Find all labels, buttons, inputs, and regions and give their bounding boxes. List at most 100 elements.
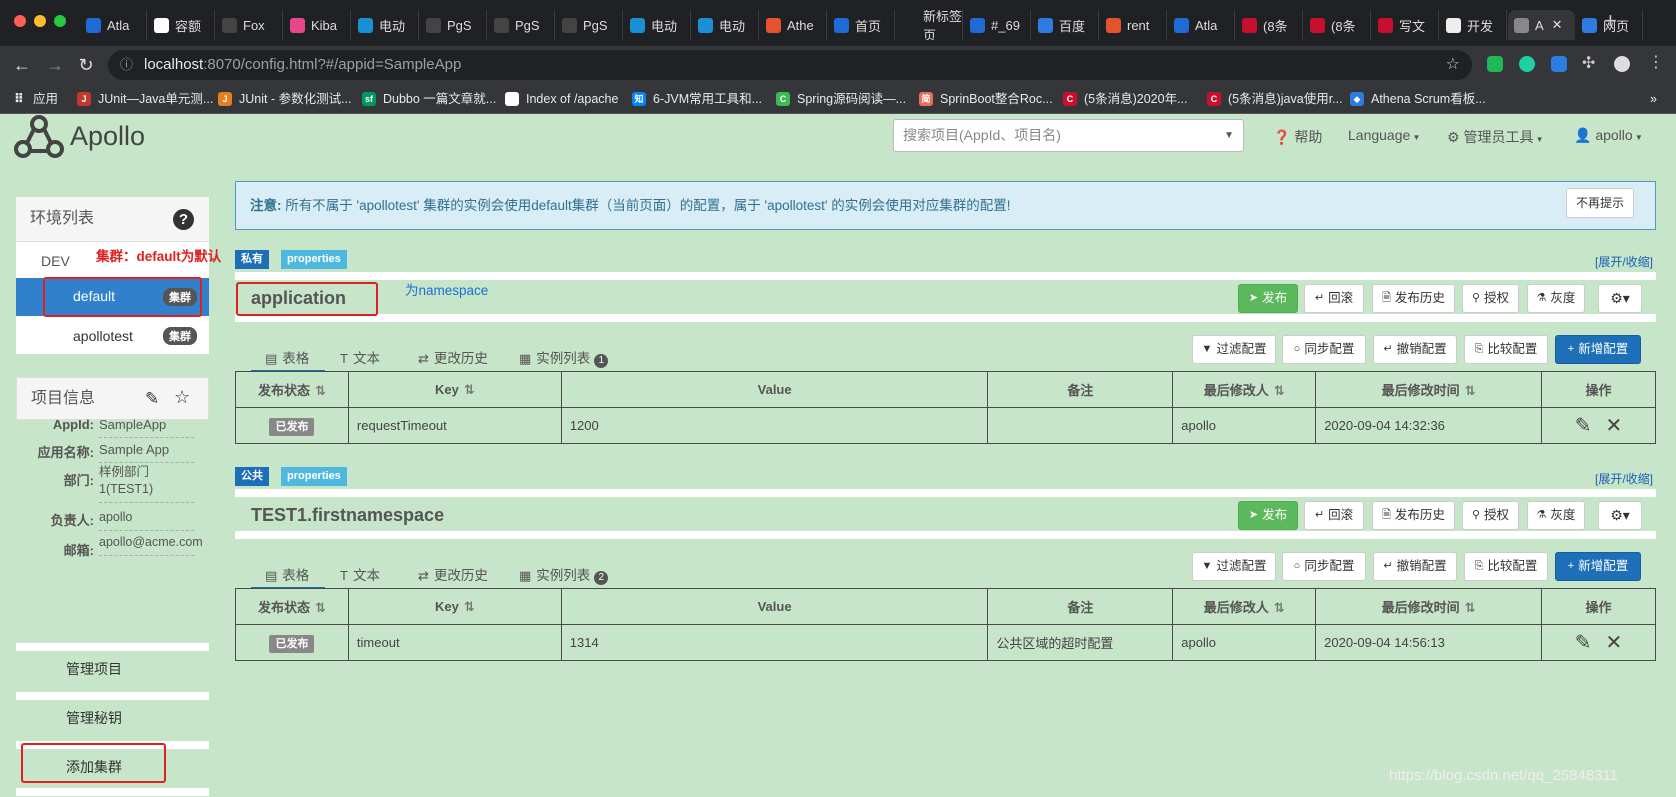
dismiss-notice-button[interactable]: 不再提示 — [1566, 188, 1634, 218]
rollback-button[interactable]: ↵ 回滚 — [1304, 501, 1364, 530]
browser-tab[interactable]: Kiba — [284, 10, 351, 40]
browser-tab[interactable]: 百度 — [1032, 10, 1099, 40]
extension-3-icon[interactable] — [1551, 56, 1567, 72]
profile-avatar-icon[interactable] — [1614, 56, 1630, 72]
cluster-apollotest[interactable]: apollotest 集群 — [16, 316, 209, 354]
bookmark-item[interactable]: C (5条消息)java使用r... — [1207, 84, 1343, 114]
forward-icon[interactable]: → — [44, 55, 66, 76]
browser-tab[interactable]: rent — [1100, 10, 1167, 40]
bookmark-item[interactable]: 知 6-JVM常用工具和... — [632, 84, 762, 114]
browser-tab[interactable]: 新标签页 — [896, 10, 963, 40]
column-header[interactable]: 最后修改人 ⇅ — [1172, 371, 1317, 408]
browser-tab[interactable]: Fox — [216, 10, 283, 40]
sync-config-button[interactable]: ○ 同步配置 — [1282, 552, 1366, 581]
tab-instances[interactable]: ▦ 实例列表 1 — [519, 347, 609, 368]
browser-tab[interactable]: #_69 — [964, 10, 1031, 40]
revert-config-button[interactable]: ↵ 撤销配置 — [1373, 552, 1457, 581]
browser-tab[interactable]: A ✕ — [1508, 10, 1575, 40]
project-search-select[interactable]: 搜索项目(AppId、项目名) ▼ — [893, 119, 1244, 152]
window-minimize-button[interactable] — [34, 15, 46, 27]
browser-tab[interactable]: Atla — [1168, 10, 1235, 40]
edit-icon[interactable]: ✎ — [1575, 415, 1592, 437]
filter-config-button[interactable]: ▼ 过滤配置 — [1192, 552, 1276, 581]
bookmark-item[interactable]: Index of /apache — [505, 84, 618, 114]
browser-tab[interactable]: (8条 — [1304, 10, 1371, 40]
tab-text[interactable]: T 文本 — [340, 347, 380, 367]
column-header[interactable]: 最后修改人 ⇅ — [1172, 588, 1317, 625]
admin-tools-dropdown[interactable]: ⚙ 管理员工具 ▼ — [1447, 127, 1544, 147]
browser-tab[interactable]: PgS — [556, 10, 623, 40]
add-config-button[interactable]: + 新增配置 — [1555, 335, 1641, 364]
sort-icon[interactable]: ⇅ — [464, 599, 475, 614]
filter-config-button[interactable]: ▼ 过滤配置 — [1192, 335, 1276, 364]
publish-button[interactable]: ➤ 发布 — [1238, 284, 1298, 313]
delete-icon[interactable]: ✕ — [1606, 415, 1623, 437]
help-question-icon[interactable]: ? — [173, 209, 194, 230]
release-history-button[interactable]: 🗎 发布历史 — [1372, 501, 1455, 530]
window-zoom-button[interactable] — [54, 15, 66, 27]
add-config-button[interactable]: + 新增配置 — [1555, 552, 1641, 581]
user-menu[interactable]: 👤 apollo ▼ — [1574, 127, 1643, 144]
reload-icon[interactable]: ↻ — [75, 55, 97, 76]
bookmark-item[interactable]: ◆ Athena Scrum看板... — [1350, 84, 1486, 114]
publish-button[interactable]: ➤ 发布 — [1238, 501, 1298, 530]
expand-collapse-link[interactable]: [展开/收缩] — [1595, 470, 1653, 487]
bookmark-item[interactable]: 简 SprinBoot整合Roc... — [919, 84, 1053, 114]
extension-2-icon[interactable] — [1519, 56, 1535, 72]
sort-icon[interactable]: ⇅ — [1274, 383, 1285, 398]
sort-icon[interactable]: ⇅ — [315, 600, 326, 615]
help-link[interactable]: ❓ 帮助 — [1273, 127, 1322, 147]
authorize-button[interactable]: ⚲ 授权 — [1462, 501, 1519, 530]
browser-menu-icon[interactable]: ⋮ — [1648, 52, 1664, 72]
tab-table[interactable]: ▤ 表格 — [265, 564, 309, 584]
column-header[interactable]: 最后修改时间 ⇅ — [1315, 588, 1542, 625]
star-icon[interactable]: ☆ — [174, 387, 190, 408]
column-header[interactable]: Key ⇅ — [347, 371, 562, 408]
browser-tab[interactable]: 首页 — [828, 10, 895, 40]
browser-tab[interactable]: 容额 — [148, 10, 215, 40]
bookmark-star-icon[interactable]: ☆ — [1446, 50, 1460, 80]
tab-text[interactable]: T 文本 — [340, 564, 380, 584]
extensions-puzzle-icon[interactable]: ✣ — [1582, 53, 1595, 73]
edit-icon[interactable]: ✎ — [145, 389, 159, 409]
edit-icon[interactable]: ✎ — [1575, 632, 1592, 654]
extension-1-icon[interactable] — [1487, 56, 1503, 72]
sort-icon[interactable]: ⇅ — [1465, 600, 1476, 615]
manage-project-link[interactable]: 管理项目 — [16, 652, 209, 686]
browser-tab[interactable]: 电动 — [624, 10, 691, 40]
expand-collapse-link[interactable]: [展开/收缩] — [1595, 253, 1653, 270]
authorize-button[interactable]: ⚲ 授权 — [1462, 284, 1519, 313]
bookmark-item[interactable]: C (5条消息)2020年... — [1063, 84, 1188, 114]
release-history-button[interactable]: 🗎 发布历史 — [1372, 284, 1455, 313]
delete-icon[interactable]: ✕ — [1606, 632, 1623, 654]
column-header[interactable]: 发布状态 ⇅ — [235, 371, 349, 408]
language-dropdown[interactable]: Language ▼ — [1348, 127, 1420, 143]
tab-history[interactable]: ⇄ 更改历史 — [418, 564, 488, 584]
tab-instances[interactable]: ▦ 实例列表 2 — [519, 564, 609, 585]
bookmark-item[interactable]: J JUnit - 参数化测试... — [218, 84, 352, 114]
browser-tab[interactable]: 开发 — [1440, 10, 1507, 40]
browser-tab[interactable]: 电动 — [352, 10, 419, 40]
column-header[interactable]: Key ⇅ — [347, 588, 562, 625]
browser-tab[interactable]: PgS — [420, 10, 487, 40]
sort-icon[interactable]: ⇅ — [315, 383, 326, 398]
namespace-settings-button[interactable]: ⚙▾ — [1598, 284, 1642, 313]
close-tab-icon[interactable]: ✕ — [1552, 17, 1563, 33]
sync-config-button[interactable]: ○ 同步配置 — [1282, 335, 1366, 364]
info-icon[interactable]: ⓘ — [120, 50, 133, 80]
address-bar[interactable]: ⓘ localhost:8070/config.html?#/appid=Sam… — [108, 50, 1472, 80]
sort-icon[interactable]: ⇅ — [464, 382, 475, 397]
sort-icon[interactable]: ⇅ — [1465, 383, 1476, 398]
bookmark-item[interactable]: sf Dubbo 一篇文章就... — [362, 84, 496, 114]
new-tab-button[interactable]: + — [1604, 8, 1617, 34]
browser-tab[interactable]: 写文 — [1372, 10, 1439, 40]
grayscale-button[interactable]: ⚗ 灰度 — [1527, 284, 1585, 313]
manage-secret-link[interactable]: 管理秘钥 — [16, 701, 209, 735]
browser-tab[interactable]: Atla — [80, 10, 147, 40]
compare-config-button[interactable]: ⎘ 比较配置 — [1464, 552, 1548, 581]
compare-config-button[interactable]: ⎘ 比较配置 — [1464, 335, 1548, 364]
grayscale-button[interactable]: ⚗ 灰度 — [1527, 501, 1585, 530]
revert-config-button[interactable]: ↵ 撤销配置 — [1373, 335, 1457, 364]
bookmark-item[interactable]: C Spring源码阅读—... — [776, 84, 906, 114]
rollback-button[interactable]: ↵ 回滚 — [1304, 284, 1364, 313]
